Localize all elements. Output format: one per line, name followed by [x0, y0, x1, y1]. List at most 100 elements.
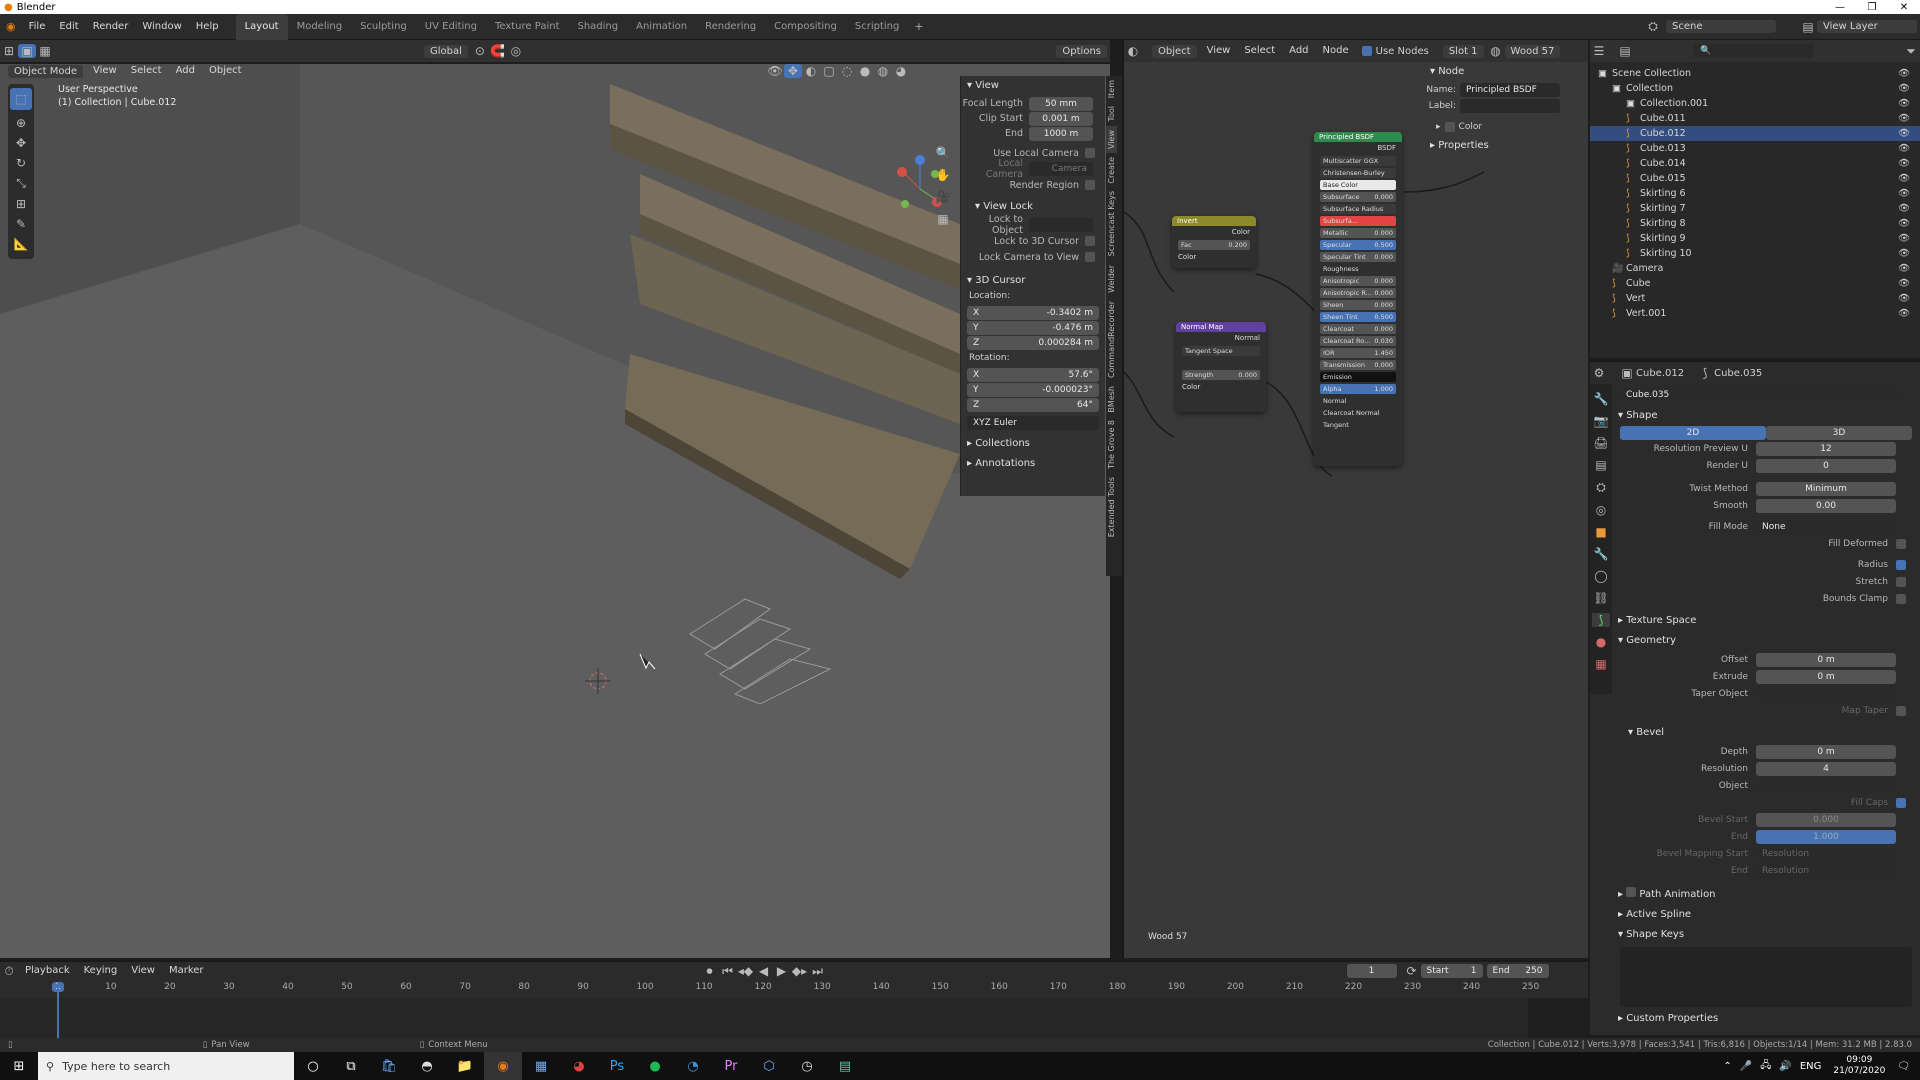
tab-animation[interactable]: Animation — [627, 14, 696, 40]
visibility-eye-icon[interactable]: 👁 — [1898, 186, 1910, 201]
tab-layout[interactable]: Layout — [235, 13, 288, 40]
render-tab-icon[interactable]: 📷 — [1592, 414, 1610, 428]
play-icon[interactable]: ▶ — [773, 964, 791, 978]
sidebar-tab-commandrecorder[interactable]: CommandRecorder — [1106, 297, 1117, 382]
bsdf-input-clearcoat-normal[interactable]: Clearcoat Normal — [1320, 408, 1396, 418]
stretch-checkbox[interactable] — [1896, 576, 1906, 587]
distribution-dropdown[interactable]: Multiscatter GGX — [1320, 156, 1396, 166]
close-icon[interactable]: ✕ — [1888, 2, 1920, 13]
property-field[interactable]: 0 — [1756, 458, 1896, 473]
viewport-menu-object[interactable]: Object — [202, 62, 249, 80]
outliner-item[interactable]: ▣ Scene Collection 👁 — [1590, 66, 1920, 81]
outliner-item[interactable]: ⟆ Cube.015 👁 — [1590, 171, 1920, 186]
steam-icon[interactable]: ◓ — [408, 1052, 446, 1080]
edge-icon[interactable]: ◔ — [674, 1052, 712, 1080]
scale-tool-icon[interactable]: ⤡ — [10, 176, 32, 191]
visibility-eye-icon[interactable]: 👁 — [1898, 246, 1910, 261]
visibility-eye-icon[interactable]: 👁 — [1898, 171, 1910, 186]
visibility-eye-icon[interactable]: 👁 — [1898, 156, 1910, 171]
sidebar-tab-bmesh[interactable]: BMesh — [1106, 382, 1117, 417]
language-indicator[interactable]: ENG — [1800, 1061, 1822, 1072]
timeline-menu-keying[interactable]: Keying — [77, 962, 125, 980]
node-menu-view[interactable]: View — [1200, 40, 1238, 62]
texture-tab-icon[interactable]: ▦ — [1592, 657, 1610, 671]
bsdf-input-base-color[interactable]: Base Color — [1320, 180, 1396, 190]
cursor-x-field[interactable]: X -0.3402 m — [967, 306, 1099, 320]
current-frame-field[interactable]: 1 — [1346, 964, 1397, 978]
taskbar-search-box[interactable]: ⚲ Type here to search — [38, 1052, 294, 1080]
offset-field[interactable]: 0 m — [1756, 652, 1896, 667]
timeline-track[interactable] — [0, 998, 1588, 1038]
tab-modeling[interactable]: Modeling — [288, 14, 352, 40]
annotations-section-header[interactable]: ▸ Annotations — [961, 454, 1105, 474]
material-tab-icon[interactable]: ● — [1592, 635, 1610, 649]
clock-app-icon[interactable]: ◷ — [788, 1052, 826, 1080]
bevel-depth-field[interactable]: 0 m — [1756, 744, 1896, 759]
maximize-icon[interactable]: ❐ — [1856, 2, 1888, 13]
outliner-item[interactable]: ⟆ Cube.013 👁 — [1590, 141, 1920, 156]
radius-checkbox[interactable] — [1896, 559, 1906, 570]
node-menu-add[interactable]: Add — [1282, 40, 1315, 62]
outliner-type-icon[interactable]: ☰ — [1590, 44, 1608, 58]
viewport-menu-select[interactable]: Select — [124, 62, 169, 80]
outliner-item[interactable]: 🎥 Camera 👁 — [1590, 261, 1920, 276]
bevel-header[interactable]: ▾ Bevel — [1616, 723, 1916, 743]
photoshop-icon[interactable]: Ps — [598, 1052, 636, 1080]
node-name-field[interactable]: Principled BSDF — [1460, 83, 1560, 97]
timeline-menu-marker[interactable]: Marker — [162, 962, 211, 980]
calculator-icon[interactable]: ▦ — [522, 1052, 560, 1080]
pan-hand-icon[interactable]: ✋ — [934, 168, 952, 182]
shape-keys-header[interactable]: ▾ Shape Keys — [1616, 925, 1916, 945]
bsdf-input-sheen-tint[interactable]: Sheen Tint 0.500 — [1320, 312, 1396, 322]
node-label-field[interactable] — [1460, 99, 1560, 113]
bsdf-input-emission[interactable]: Emission — [1320, 372, 1396, 382]
normal-map-node[interactable]: Normal Map Normal Tangent Space Strength… — [1176, 322, 1266, 412]
tray-chevron-icon[interactable]: ⌃ — [1723, 1061, 1731, 1072]
cursor-z-field[interactable]: Z 0.000284 m — [967, 336, 1099, 350]
bsdf-input-subsurface[interactable]: Subsurface 0.000 — [1320, 192, 1396, 202]
outliner-item[interactable]: ⟆ Skirting 10 👁 — [1590, 246, 1920, 261]
cursor-rx-field[interactable]: X 57.6° — [967, 368, 1099, 382]
properties-type-icon[interactable]: ⚙ — [1590, 366, 1608, 380]
end-frame-field[interactable]: End 250 — [1486, 964, 1549, 978]
outliner-item[interactable]: ⟆ Skirting 8 👁 — [1590, 216, 1920, 231]
visibility-eye-icon[interactable]: 👁 — [1898, 291, 1910, 306]
display-mode-icon[interactable]: ▤ — [1616, 44, 1634, 58]
fill-deformed-checkbox[interactable] — [1896, 538, 1906, 549]
bsdf-input-anisotropic[interactable]: Anisotropic 0.000 — [1320, 276, 1396, 286]
bsdf-input-clearcoat-ro-[interactable]: Clearcoat Ro... 0.030 — [1320, 336, 1396, 346]
outliner-item[interactable]: ▣ Collection 👁 — [1590, 81, 1920, 96]
3d-app-icon[interactable]: ⬡ — [750, 1052, 788, 1080]
menu-render[interactable]: Render — [86, 14, 136, 40]
select-box-icon[interactable]: ▣ — [18, 44, 36, 58]
task-view-icon[interactable]: ⧉ — [332, 1052, 370, 1080]
node-color-checkbox[interactable] — [1444, 122, 1455, 132]
normal-map-space-dropdown[interactable]: Tangent Space — [1182, 346, 1260, 356]
view-layer-selector[interactable]: View Layer — [1817, 20, 1917, 33]
annotate-tool-icon[interactable]: ✎ — [10, 217, 32, 231]
gizmo-icon[interactable]: ✥ — [784, 64, 802, 78]
menu-file[interactable]: File — [22, 14, 53, 40]
camera-view-icon[interactable]: 🎥 — [934, 190, 952, 204]
tab-rendering[interactable]: Rendering — [696, 14, 765, 40]
material-selector[interactable]: Wood 57 — [1504, 44, 1561, 58]
lock-object-field[interactable] — [1029, 218, 1093, 232]
playhead[interactable] — [57, 982, 59, 1038]
bsdf-input-subsurfa-[interactable]: Subsurfa... — [1320, 216, 1396, 226]
normal-map-strength-field[interactable]: Strength 0.000 — [1182, 370, 1260, 380]
sidebar-tab-extended-tools[interactable]: Extended Tools — [1106, 473, 1117, 541]
cursor-section-header[interactable]: ▾ 3D Cursor — [961, 271, 1105, 291]
bsdf-input-subsurface-radius[interactable]: Subsurface Radius — [1320, 204, 1396, 214]
tab-texture-paint[interactable]: Texture Paint — [486, 14, 569, 40]
bsdf-input-sheen[interactable]: Sheen 0.000 — [1320, 300, 1396, 310]
sidebar-tab-screencast-keys[interactable]: Screencast Keys — [1106, 187, 1117, 260]
map-taper-checkbox[interactable] — [1896, 705, 1906, 716]
solid-shading-icon[interactable]: ● — [856, 64, 874, 78]
editor-type-icon[interactable]: ⊞ — [0, 44, 18, 58]
visibility-eye-icon[interactable]: 👁 — [1898, 216, 1910, 231]
outliner-item[interactable]: ⟆ Skirting 6 👁 — [1590, 186, 1920, 201]
xray-icon[interactable]: ▢ — [820, 64, 838, 78]
timeline-ruler[interactable]: 1102030405060708090100110120130140150160… — [0, 982, 1588, 998]
cursor-rz-field[interactable]: Z 64° — [967, 398, 1099, 412]
proportional-icon[interactable]: ◎ — [507, 44, 525, 58]
